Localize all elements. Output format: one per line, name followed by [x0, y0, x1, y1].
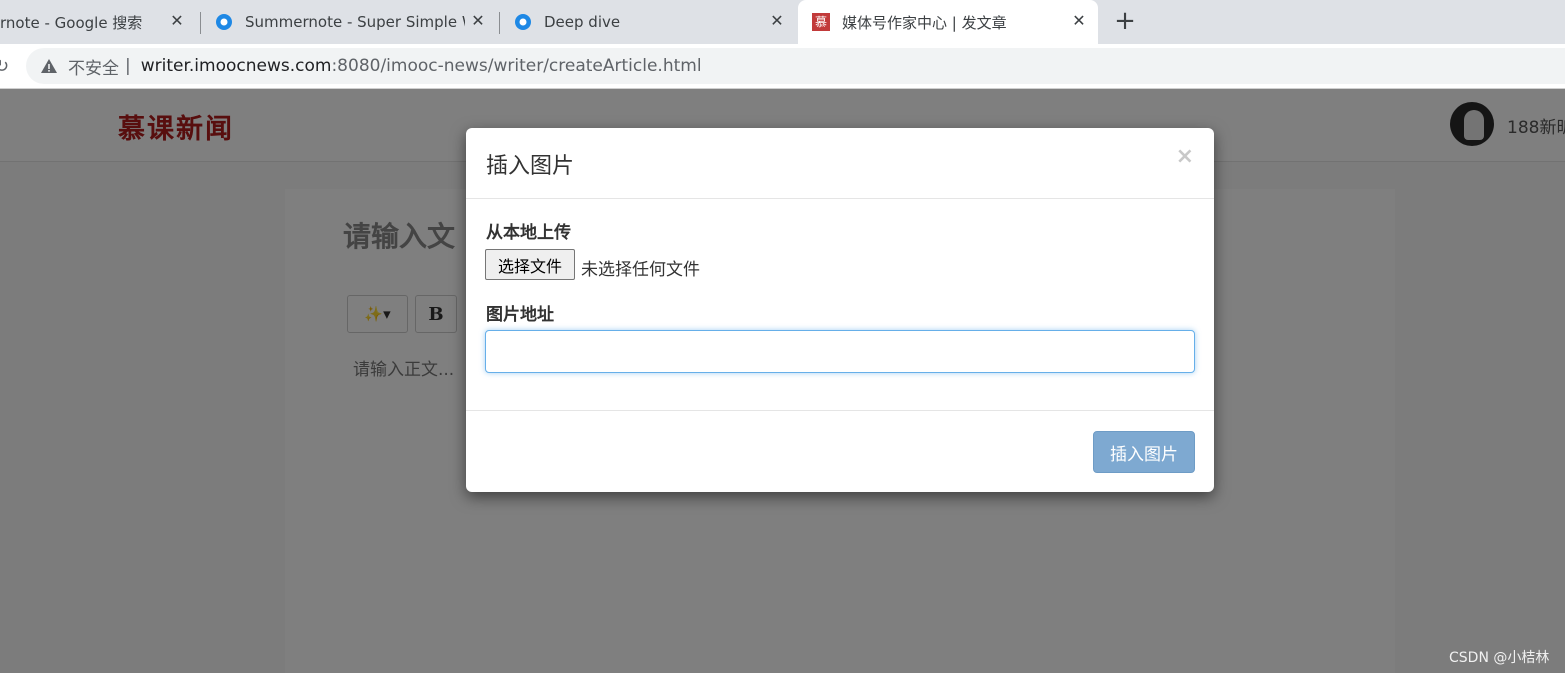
file-status: 未选择任何文件 — [581, 260, 700, 280]
summernote-favicon-icon — [515, 14, 531, 30]
warning-icon[interactable] — [40, 57, 58, 75]
address-bar[interactable]: 不安全 | writer.imoocnews.com :8080/imooc-n… — [26, 48, 1565, 84]
insert-image-dialog: 插入图片 × 从本地上传 选择文件 未选择任何文件 图片地址 插入图片 — [466, 128, 1214, 492]
new-tab-button[interactable]: + — [1110, 6, 1140, 36]
insert-image-button[interactable]: 插入图片 — [1093, 431, 1195, 473]
close-tab-icon[interactable]: ✕ — [1070, 12, 1088, 30]
browser-tab[interactable]: Deep dive ✕ — [514, 0, 796, 44]
tab-title: 媒体号作家中心 | 发文章 — [842, 13, 1007, 32]
browser-toolbar: ↻ 不安全 | writer.imoocnews.com :8080/imooc… — [0, 44, 1565, 89]
upload-label: 从本地上传 — [486, 223, 571, 243]
site-favicon-icon: 慕 — [812, 13, 830, 31]
browser-tab[interactable]: rnote - Google 搜索 ✕ — [0, 0, 196, 44]
browser-tab[interactable]: Summernote - Super Simple W ✕ — [215, 0, 497, 44]
browser-tab-active[interactable]: 慕 媒体号作家中心 | 发文章 ✕ — [798, 0, 1098, 44]
close-icon[interactable]: × — [1176, 144, 1194, 169]
image-url-input[interactable] — [485, 330, 1195, 373]
tab-separator — [499, 12, 500, 34]
tab-title: rnote - Google 搜索 — [0, 13, 143, 32]
tab-separator — [200, 12, 201, 34]
summernote-favicon-icon — [216, 14, 232, 30]
url-path: :8080/imooc-news/writer/createArticle.ht… — [331, 56, 702, 76]
close-tab-icon[interactable]: ✕ — [768, 12, 786, 30]
tab-title: Summernote - Super Simple W — [245, 13, 465, 31]
url-host: writer.imoocnews.com — [140, 56, 332, 76]
dialog-header: 插入图片 × — [466, 128, 1214, 199]
watermark: CSDN @小桔林 — [1449, 650, 1550, 666]
close-tab-icon[interactable]: ✕ — [168, 12, 186, 30]
url-separator: | — [125, 56, 131, 76]
close-tab-icon[interactable]: ✕ — [469, 12, 487, 30]
tab-strip: rnote - Google 搜索 ✕ Summernote - Super S… — [0, 0, 1565, 44]
dialog-title: 插入图片 — [486, 154, 575, 179]
image-url-label: 图片地址 — [486, 305, 554, 325]
tab-title: Deep dive — [544, 13, 621, 31]
choose-file-button[interactable]: 选择文件 — [485, 249, 575, 280]
dialog-footer: 插入图片 — [466, 410, 1214, 492]
insecure-label[interactable]: 不安全 — [68, 54, 119, 79]
reload-icon[interactable]: ↻ — [0, 56, 9, 77]
